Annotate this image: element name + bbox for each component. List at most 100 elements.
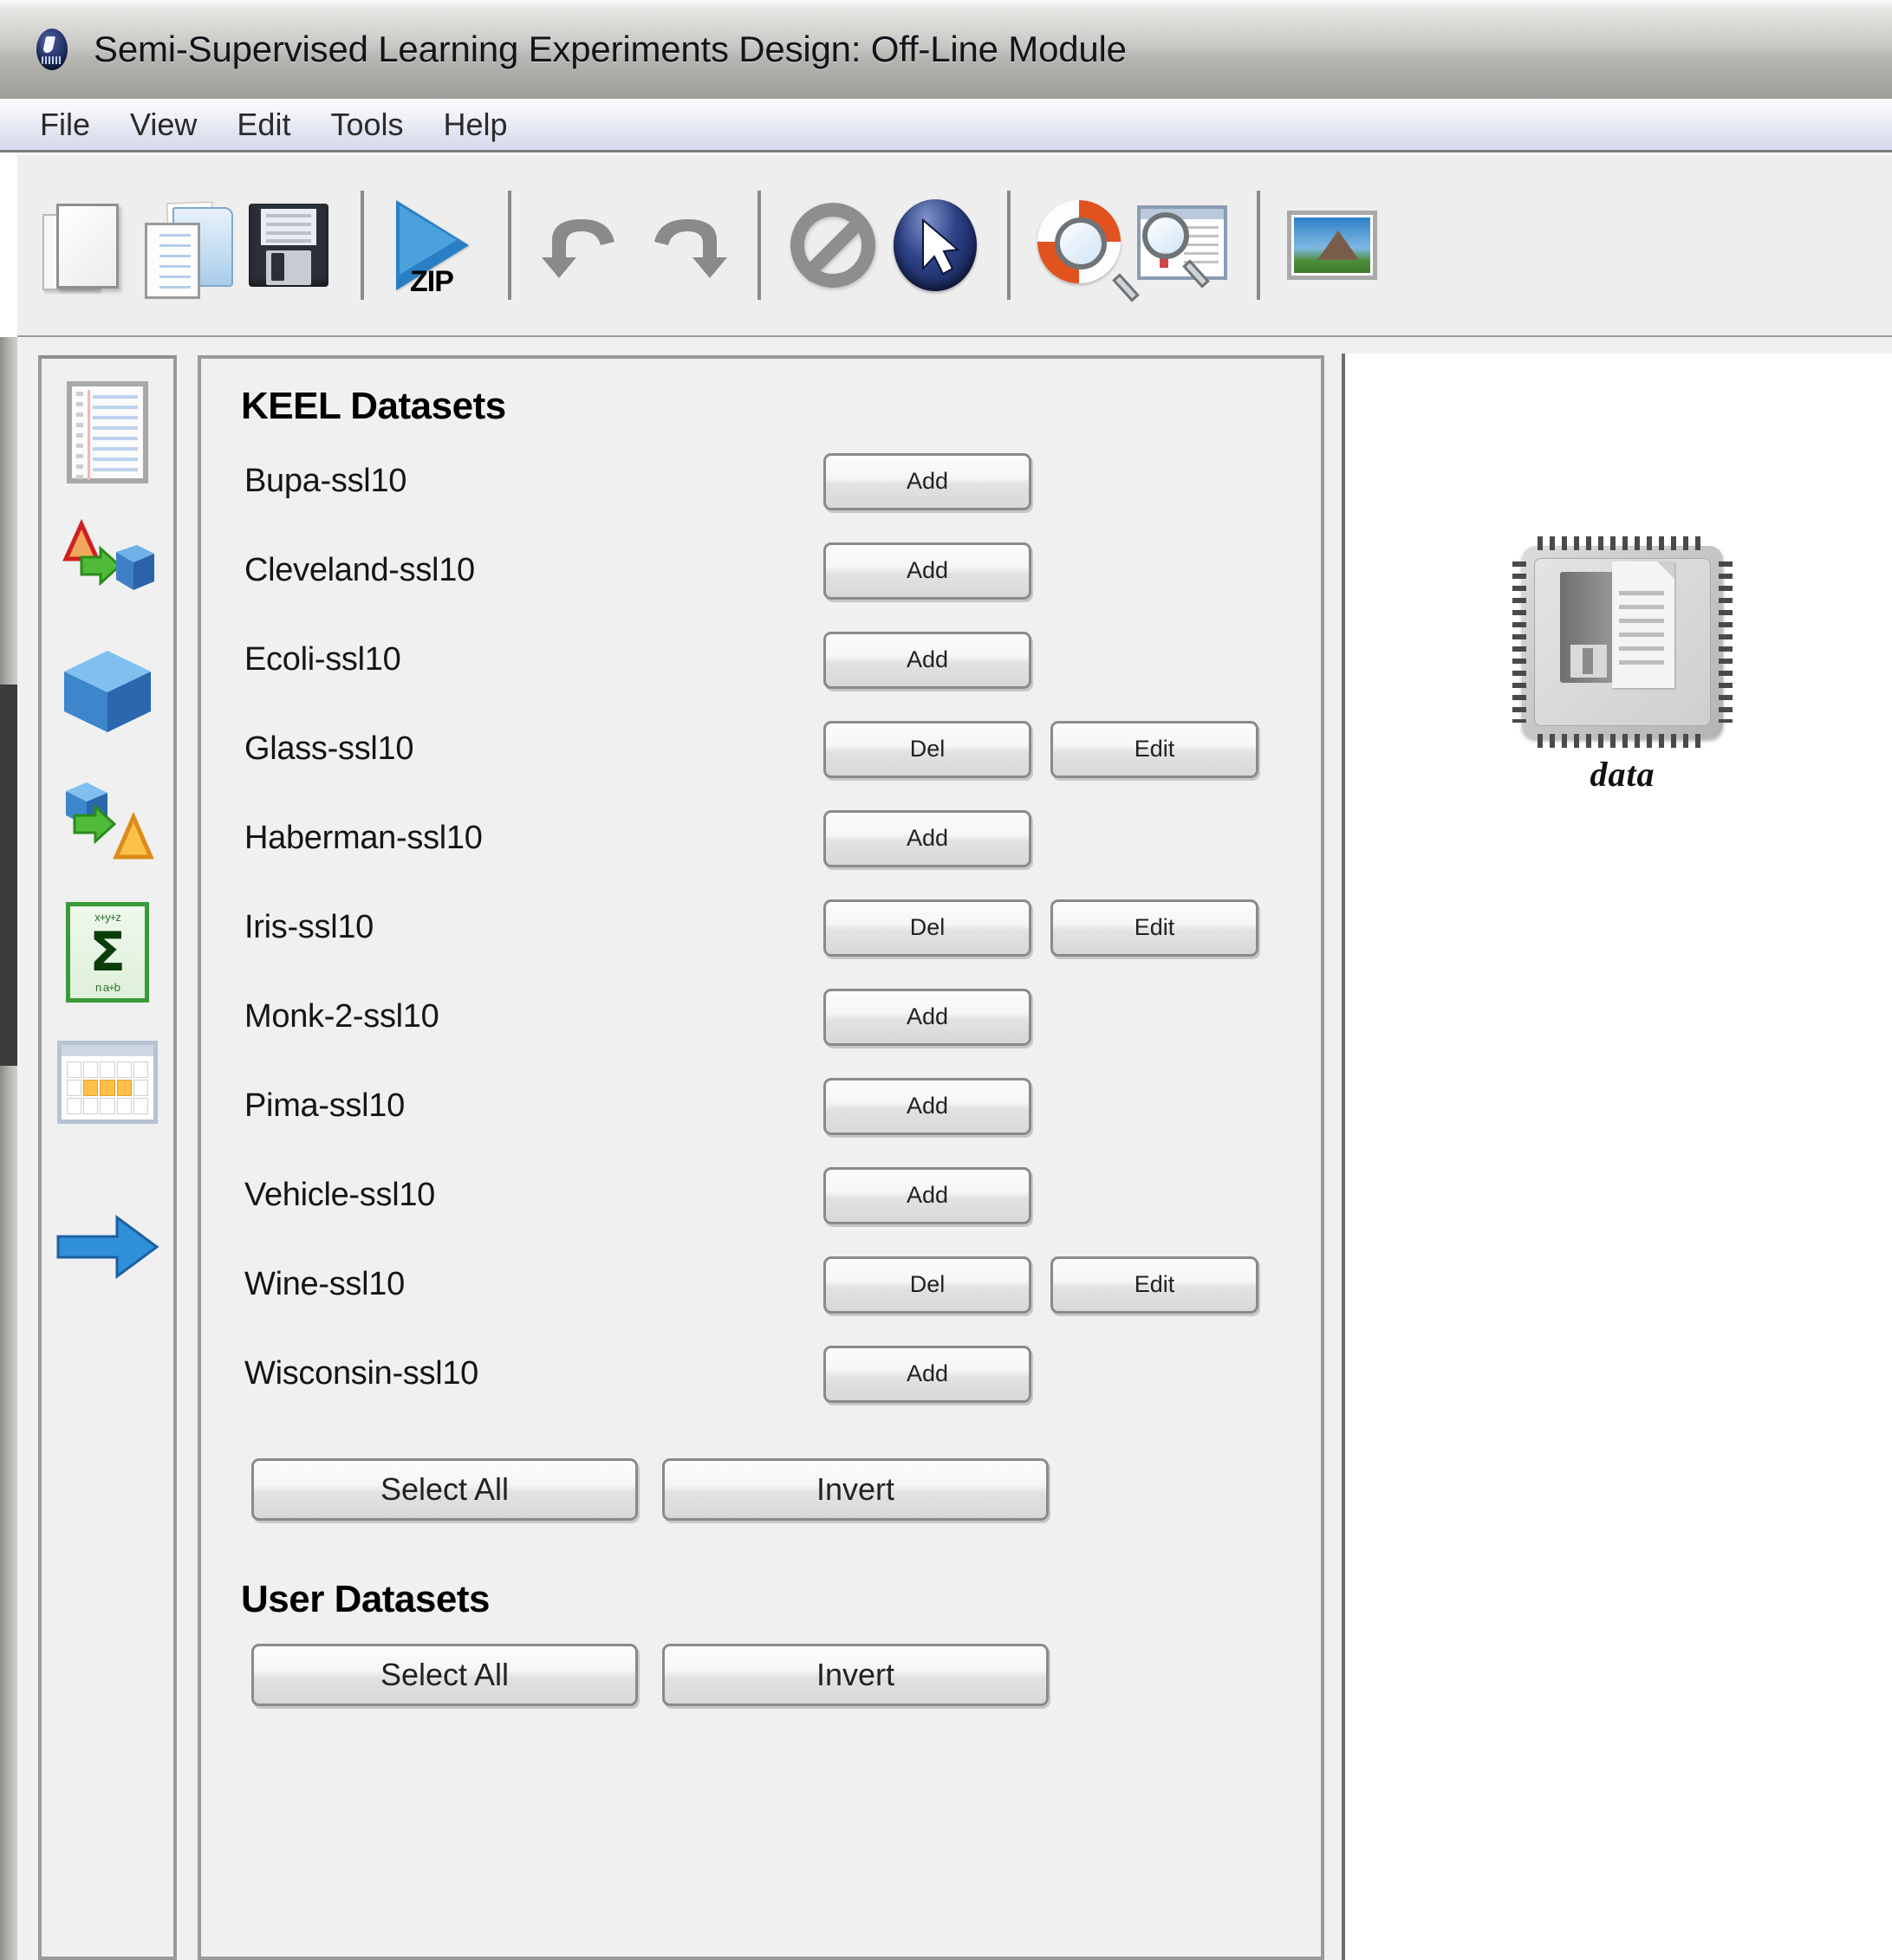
document-preview-icon <box>1137 205 1232 289</box>
redo-button[interactable] <box>634 185 737 306</box>
no-entry-icon <box>790 203 875 288</box>
cube-arrow-cone-icon <box>59 777 156 868</box>
dataset-action-button[interactable]: Del <box>823 720 1031 778</box>
dataset-row: Bupa-ssl10 Add <box>201 437 1321 526</box>
dataset-action-button[interactable]: Add <box>823 988 1031 1046</box>
data-chip-icon <box>1512 536 1733 748</box>
dataset-name: Wisconsin-ssl10 <box>244 1355 479 1392</box>
redo-icon <box>640 200 731 290</box>
toolbar: ZIP <box>17 155 1892 337</box>
zip-run-button[interactable]: ZIP <box>385 185 487 306</box>
new-document-icon <box>39 195 129 295</box>
dataset-action-button[interactable]: Add <box>823 1077 1031 1135</box>
sidebar-item-postprocess[interactable] <box>55 769 160 875</box>
user-invert-button[interactable]: Invert <box>662 1644 1049 1706</box>
toolbar-separator <box>361 191 364 300</box>
dataset-action-button[interactable]: Del <box>823 899 1031 957</box>
application-window: Semi-Supervised Learning Experiments Des… <box>0 0 1892 1960</box>
undo-button[interactable] <box>532 185 634 306</box>
open-document-button[interactable] <box>135 185 237 306</box>
dataset-edit-button[interactable]: Edit <box>1050 1256 1258 1314</box>
blue-cube-icon <box>57 644 158 742</box>
dataset-name: Glass-ssl10 <box>244 730 414 767</box>
dataset-name: Wine-ssl10 <box>244 1266 405 1302</box>
dataset-row: Iris-ssl10 Del Edit <box>201 883 1321 972</box>
dataset-edit-button[interactable]: Edit <box>1050 899 1258 957</box>
menu-item-help[interactable]: Help <box>439 105 513 145</box>
lined-document-icon <box>67 381 148 484</box>
sigma-glyph: Σ <box>88 920 127 983</box>
keel-select-all-button[interactable]: Select All <box>251 1458 638 1521</box>
sidebar-item-connection[interactable] <box>55 1194 160 1300</box>
app-globe-icon <box>29 27 75 72</box>
open-document-icon <box>141 195 233 299</box>
cone-arrow-cube-icon <box>59 517 156 608</box>
sidebar-item-datasets[interactable] <box>55 380 160 485</box>
sidebar-item-methods[interactable] <box>55 639 160 745</box>
canvas-node-label: data <box>1590 755 1655 794</box>
dataset-name: Bupa-ssl10 <box>244 463 407 499</box>
toolbar-separator <box>508 191 511 300</box>
dataset-name: Ecoli-ssl10 <box>244 641 401 678</box>
blue-right-arrow-icon <box>56 1214 159 1280</box>
dataset-action-button[interactable]: Add <box>823 631 1031 689</box>
keel-datasets-title: KEEL Datasets <box>241 385 506 427</box>
new-document-button[interactable] <box>33 185 135 306</box>
datasets-panel[interactable]: KEEL Datasets Bupa-ssl10 Add Cleveland-s… <box>198 355 1324 1960</box>
select-cursor-button[interactable] <box>884 185 986 306</box>
dataset-action-button[interactable]: Del <box>823 1256 1031 1314</box>
dataset-name: Monk-2-ssl10 <box>244 998 439 1035</box>
picture-button[interactable] <box>1281 185 1383 306</box>
menu-item-edit[interactable]: Edit <box>231 105 296 145</box>
user-selection-buttons: Select All Invert <box>251 1644 1321 1706</box>
menu-bar: File View Edit Tools Help <box>0 99 1892 153</box>
window-left-edge <box>0 337 17 1960</box>
sigma-bottom-label: n a+b <box>95 981 120 994</box>
dataset-row: Pima-ssl10 Add <box>201 1061 1321 1151</box>
select-cursor-icon <box>894 199 977 291</box>
help-search-button[interactable] <box>1031 185 1140 306</box>
document-preview-button[interactable] <box>1134 185 1236 306</box>
zip-label: ZIP <box>410 265 454 298</box>
dataset-action-button[interactable]: Add <box>823 542 1031 600</box>
menu-item-tools[interactable]: Tools <box>325 105 408 145</box>
toolbar-separator <box>1257 191 1260 300</box>
sidebar-item-statistics[interactable]: x+y+z Σ n a+b <box>55 899 160 1005</box>
dataset-row: Wine-ssl10 Del Edit <box>201 1240 1321 1329</box>
dataset-row: Glass-ssl10 Del Edit <box>201 704 1321 794</box>
undo-icon <box>538 200 628 290</box>
sidebar-item-preprocess[interactable] <box>55 509 160 615</box>
sigma-icon: x+y+z Σ n a+b <box>66 902 149 1003</box>
toolbar-separator <box>1007 191 1011 300</box>
cancel-button[interactable] <box>782 185 884 306</box>
dataset-name: Iris-ssl10 <box>244 909 374 945</box>
dataset-row: Haberman-ssl10 Add <box>201 794 1321 883</box>
dataset-name: Haberman-ssl10 <box>244 820 483 856</box>
save-button[interactable] <box>237 185 340 306</box>
picture-icon <box>1287 211 1377 280</box>
title-bar: Semi-Supervised Learning Experiments Des… <box>0 0 1892 100</box>
keel-invert-button[interactable]: Invert <box>662 1458 1049 1521</box>
sidebar: x+y+z Σ n a+b <box>38 355 177 1960</box>
dataset-action-button[interactable]: Add <box>823 1345 1031 1403</box>
user-select-all-button[interactable]: Select All <box>251 1644 638 1706</box>
sidebar-item-visualization[interactable] <box>55 1029 160 1135</box>
menu-item-file[interactable]: File <box>35 105 95 145</box>
zip-run-icon: ZIP <box>391 195 481 298</box>
sigma-top-label: x+y+z <box>94 911 121 924</box>
experiment-canvas[interactable]: data <box>1342 354 1892 1960</box>
dataset-row: Vehicle-ssl10 Add <box>201 1151 1321 1240</box>
dataset-action-button[interactable]: Add <box>823 809 1031 867</box>
help-search-icon <box>1037 200 1140 302</box>
keel-selection-buttons: Select All Invert <box>251 1458 1321 1521</box>
window-title: Semi-Supervised Learning Experiments Des… <box>94 29 1127 69</box>
dataset-action-button[interactable]: Add <box>823 452 1031 510</box>
save-floppy-icon <box>244 195 334 295</box>
user-datasets-title: User Datasets <box>241 1578 491 1620</box>
dataset-action-button[interactable]: Add <box>823 1166 1031 1224</box>
toolbar-separator <box>757 191 761 300</box>
dataset-name: Pima-ssl10 <box>244 1087 405 1124</box>
menu-item-view[interactable]: View <box>125 105 202 145</box>
dataset-edit-button[interactable]: Edit <box>1050 720 1258 778</box>
canvas-node-data[interactable]: data <box>1492 536 1752 795</box>
